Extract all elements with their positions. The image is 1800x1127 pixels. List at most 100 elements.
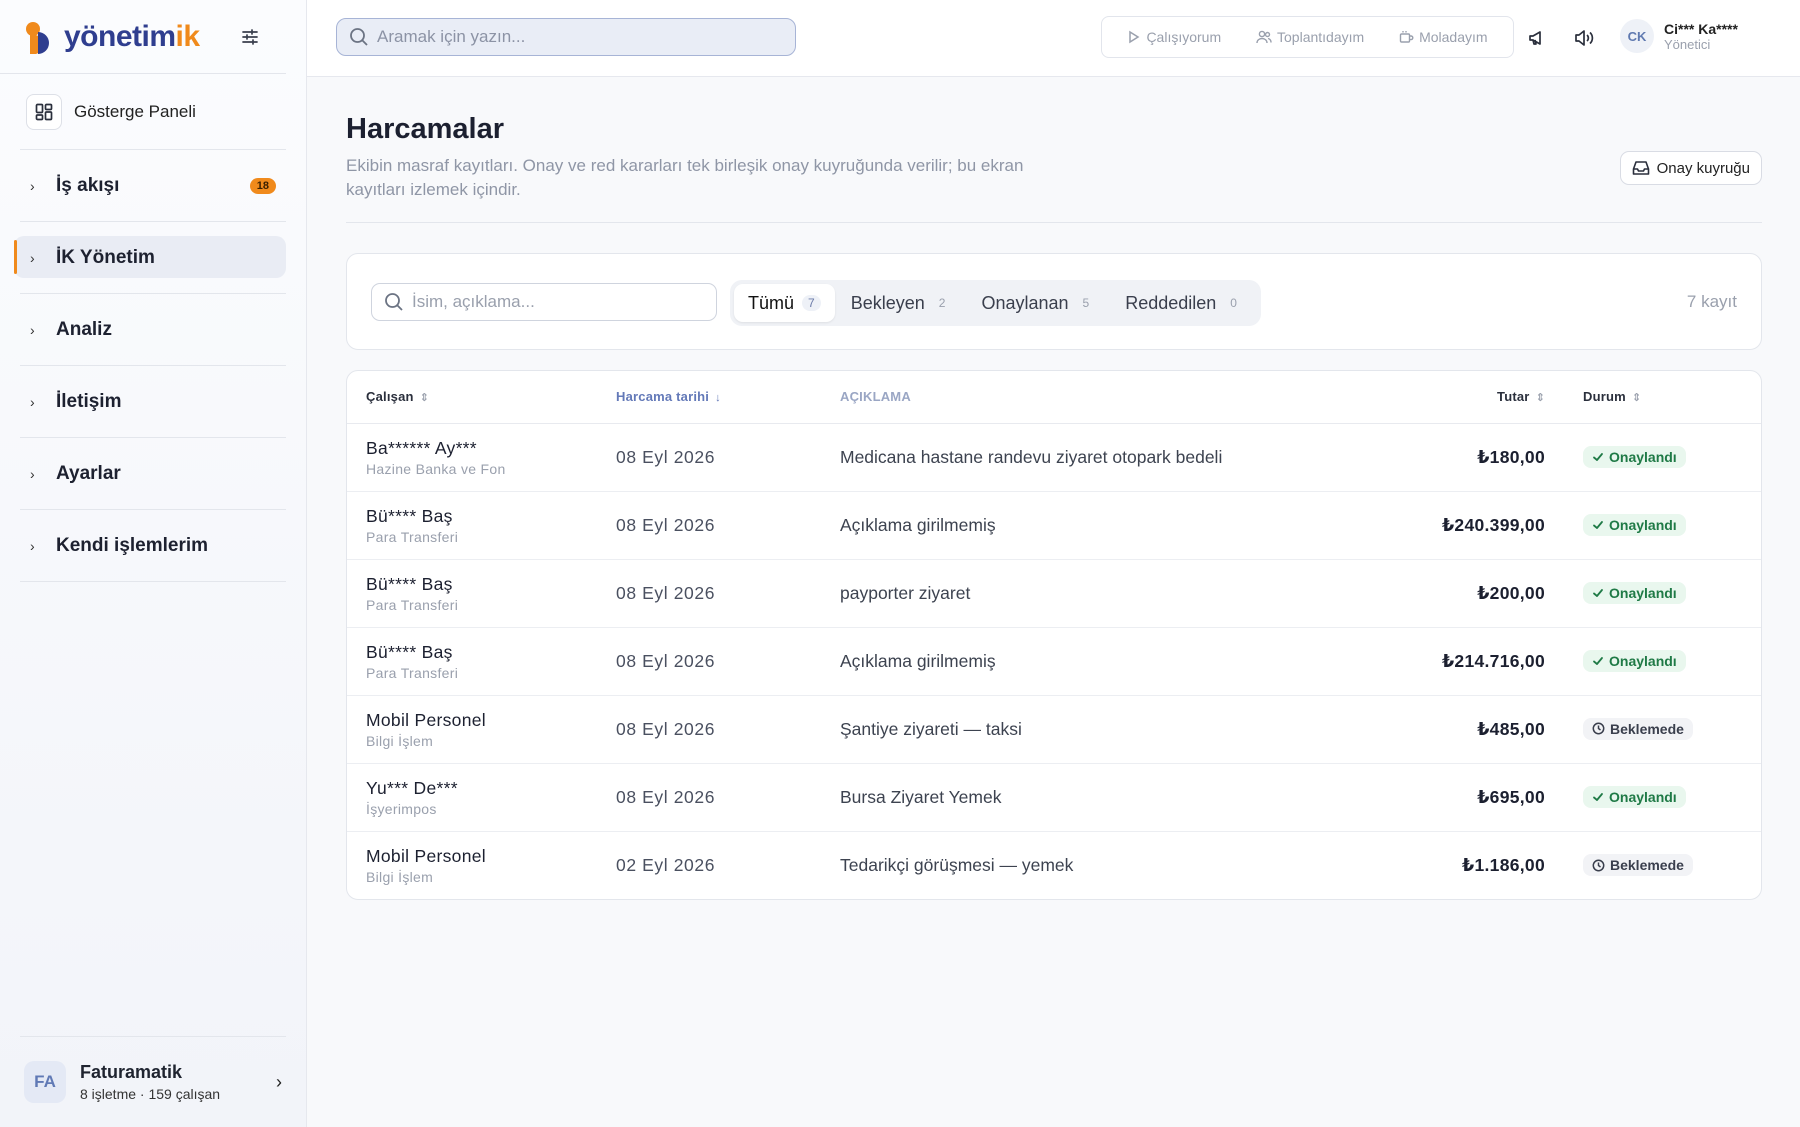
expense-description: Medicana hastane randevu ziyaret otopark… bbox=[821, 423, 1364, 492]
sidebar-item-label: Ayarlar bbox=[56, 462, 121, 484]
megaphone-icon[interactable] bbox=[1523, 24, 1551, 52]
tab-rejected[interactable]: Reddedilen 0 bbox=[1111, 284, 1257, 322]
status-label: Beklemede bbox=[1610, 857, 1684, 873]
column-label: Çalışan bbox=[366, 389, 414, 405]
employee-department: Hazine Banka ve Fon bbox=[366, 460, 506, 477]
sidebar-item-workflow[interactable]: › İş akışı 18 bbox=[20, 150, 286, 222]
table-row[interactable]: Mobil Personel Bilgi İşlem 02 Eyl 2026 Teda… bbox=[347, 831, 1761, 899]
status-badge: Beklemede bbox=[1583, 854, 1693, 876]
column-amount[interactable]: Tutar ⇕ bbox=[1364, 371, 1564, 424]
expense-search-input[interactable]: İsim, açıklama... bbox=[371, 283, 717, 321]
sidebar-item-label: İş akışı bbox=[56, 174, 120, 196]
sidebar-item-label: İK Yönetim bbox=[56, 246, 155, 268]
tab-label: Bekleyen bbox=[850, 292, 925, 313]
chevron-right-icon: › bbox=[30, 321, 35, 338]
expense-description: Bursa Ziyaret Yemek bbox=[821, 763, 1364, 832]
check-icon bbox=[1593, 589, 1603, 597]
chevron-right-icon: › bbox=[276, 1071, 282, 1092]
topbar: Aramak için yazın... Çalışıyorum Toplant… bbox=[307, 0, 1800, 77]
expense-amount: ₺200,00 bbox=[1364, 559, 1564, 628]
column-date[interactable]: Harcama tarihi ↓ bbox=[597, 371, 821, 424]
chevron-right-icon: › bbox=[30, 393, 35, 410]
column-description: AÇIKLAMA bbox=[821, 371, 1364, 424]
header-divider bbox=[346, 222, 1762, 223]
tab-pending[interactable]: Bekleyen 2 bbox=[837, 284, 966, 322]
status-badge: Onaylandı bbox=[1583, 650, 1686, 672]
speaker-icon[interactable] bbox=[1570, 24, 1598, 52]
sidebar-item-communication[interactable]: › İletişim bbox=[20, 366, 286, 438]
main-content: Harcamalar Ekibin masraf kayıtları. Onay… bbox=[346, 77, 1762, 900]
table-header-row: Çalışan ⇕ Harcama tarihi ↓ AÇIKLAMA Tutar ⇕… bbox=[347, 371, 1761, 424]
sidebar-toggle-icon[interactable] bbox=[236, 23, 264, 51]
expense-date: 08 Eyl 2026 bbox=[597, 491, 821, 560]
employee-name: Mobil Personel bbox=[366, 709, 486, 730]
sidebar-item-settings[interactable]: › Ayarlar bbox=[20, 438, 286, 510]
status-label: Onaylandı bbox=[1609, 653, 1677, 669]
user-role: Yönetici bbox=[1664, 36, 1711, 52]
tab-count: 5 bbox=[1082, 296, 1090, 310]
logo-mark-icon bbox=[24, 20, 58, 54]
employee-department: Para Transferi bbox=[366, 664, 459, 681]
status-label: Onaylandı bbox=[1609, 789, 1677, 805]
status-badge: Onaylandı bbox=[1583, 786, 1686, 808]
check-icon bbox=[1593, 453, 1603, 461]
employee-department: Bilgi İşlem bbox=[366, 732, 434, 749]
organization-switcher[interactable]: FA Faturamatik 8 işletme · 159 çalışan › bbox=[20, 1036, 286, 1127]
status-cell: Beklemede bbox=[1564, 831, 1761, 899]
column-status[interactable]: Durum ⇕ bbox=[1564, 371, 1761, 424]
expense-description: Açıklama girilmemiş bbox=[821, 627, 1364, 696]
status-break-button[interactable]: Moladayım bbox=[1399, 29, 1488, 45]
expense-date: 08 Eyl 2026 bbox=[597, 423, 821, 492]
column-employee[interactable]: Çalışan ⇕ bbox=[347, 371, 597, 424]
table-row[interactable]: Yu*** De*** İşyerimpos 08 Eyl 2026 Bursa Zi… bbox=[347, 763, 1761, 832]
expense-amount: ₺485,00 bbox=[1364, 695, 1564, 764]
sidebar-item-dashboard[interactable]: Gösterge Paneli bbox=[20, 74, 286, 150]
table-row[interactable]: Mobil Personel Bilgi İşlem 08 Eyl 2026 Şant… bbox=[347, 695, 1761, 764]
table-row[interactable]: Ba****** Ay*** Hazine Banka ve Fon 08 Eyl … bbox=[347, 423, 1761, 492]
status-badge: Onaylandı bbox=[1583, 582, 1686, 604]
sidebar-item-hr-management[interactable]: › İK Yönetim bbox=[14, 222, 286, 294]
user-avatar: CK bbox=[1620, 19, 1654, 53]
employee-cell: Bü**** Baş Para Transferi bbox=[347, 491, 597, 560]
expense-description: payporter ziyaret bbox=[821, 559, 1364, 628]
global-search-input[interactable]: Aramak için yazın... bbox=[336, 18, 796, 56]
sidebar-item-analysis[interactable]: › Analiz bbox=[20, 294, 286, 366]
table-row[interactable]: Bü**** Baş Para Transferi 08 Eyl 2026 Açıkl… bbox=[347, 627, 1761, 696]
employee-name: Ba****** Ay*** bbox=[366, 437, 477, 458]
check-icon bbox=[1593, 657, 1603, 665]
sidebar-item-label: Kendi işlemlerim bbox=[56, 534, 209, 556]
tab-count: 2 bbox=[938, 296, 946, 310]
status-meeting-button[interactable]: Toplantıdayım bbox=[1256, 29, 1364, 45]
tab-all[interactable]: Tümü 7 bbox=[734, 284, 835, 322]
tab-count: 0 bbox=[1230, 296, 1237, 310]
expenses-table: Çalışan ⇕ Harcama tarihi ↓ AÇIKLAMA Tutar ⇕… bbox=[346, 370, 1762, 900]
status-working-button[interactable]: Çalışıyorum bbox=[1127, 29, 1221, 45]
status-badge: Beklemede bbox=[1583, 717, 1693, 740]
org-name: Faturamatik bbox=[80, 1062, 183, 1082]
clock-icon bbox=[1592, 859, 1605, 871]
employee-department: İşyerimpos bbox=[366, 800, 437, 817]
approval-queue-button[interactable]: Onay kuyruğu bbox=[1619, 151, 1762, 185]
table-row[interactable]: Bü**** Baş Para Transferi 08 Eyl 2026 paypo… bbox=[347, 559, 1761, 628]
user-name: Ci*** Ka**** bbox=[1664, 20, 1738, 37]
inbox-icon bbox=[1632, 161, 1649, 175]
search-icon bbox=[385, 293, 403, 311]
expense-date: 08 Eyl 2026 bbox=[597, 559, 821, 628]
status-cell: Onaylandı bbox=[1564, 559, 1761, 628]
chevron-right-icon: › bbox=[30, 249, 35, 266]
sidebar-item-my-actions[interactable]: › Kendi işlemlerim bbox=[20, 510, 286, 582]
status-label: Toplantıdayım bbox=[1277, 29, 1365, 45]
tab-label: Onaylanan bbox=[981, 292, 1069, 313]
chevron-right-icon: › bbox=[30, 537, 35, 554]
tab-approved[interactable]: Onaylanan 5 bbox=[967, 284, 1109, 322]
expense-date: 08 Eyl 2026 bbox=[597, 695, 821, 764]
employee-cell: Mobil Personel Bilgi İşlem bbox=[347, 831, 597, 899]
expense-date: 02 Eyl 2026 bbox=[616, 854, 716, 875]
status-label: Onaylandı bbox=[1609, 517, 1677, 533]
brand-logo[interactable]: yönetimik bbox=[24, 20, 200, 54]
expense-description: Şantiye ziyareti — taksi bbox=[821, 695, 1364, 764]
check-icon bbox=[1593, 793, 1603, 801]
table-row[interactable]: Bü**** Baş Para Transferi 08 Eyl 2026 Açıkl… bbox=[347, 491, 1761, 560]
expense-description: Açıklama girilmemiş bbox=[821, 491, 1364, 560]
user-menu[interactable]: CK Ci*** Ka**** Yönetici bbox=[1620, 19, 1738, 53]
